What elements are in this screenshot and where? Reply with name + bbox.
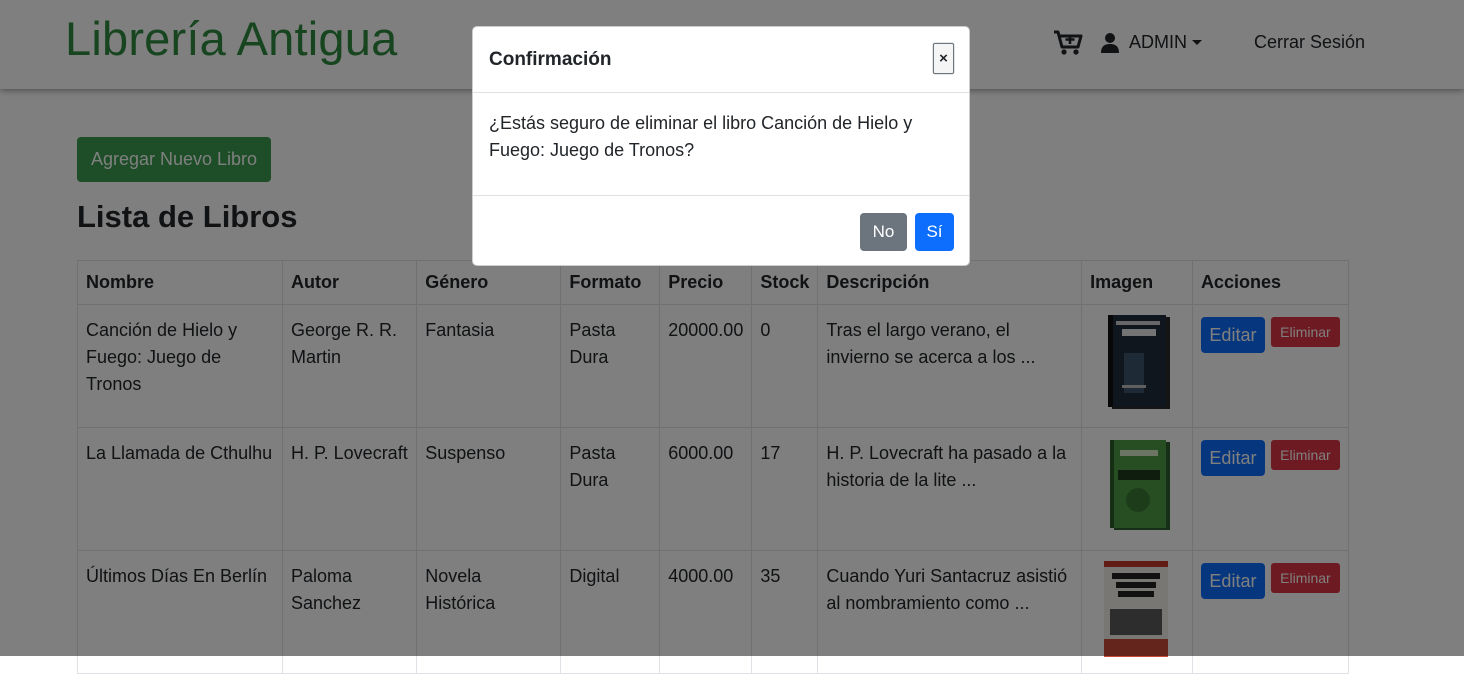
modal-title: Confirmación <box>489 49 612 70</box>
close-button[interactable]: × <box>933 43 954 74</box>
yes-button[interactable]: Sí <box>915 213 954 251</box>
modal-footer: No Sí <box>473 196 969 266</box>
modal-message: ¿Estás seguro de eliminar el libro Canci… <box>473 93 969 196</box>
confirm-dialog: Confirmación × ¿Estás seguro de eliminar… <box>472 26 970 266</box>
modal-header: Confirmación × <box>473 27 969 93</box>
no-button[interactable]: No <box>860 213 907 251</box>
